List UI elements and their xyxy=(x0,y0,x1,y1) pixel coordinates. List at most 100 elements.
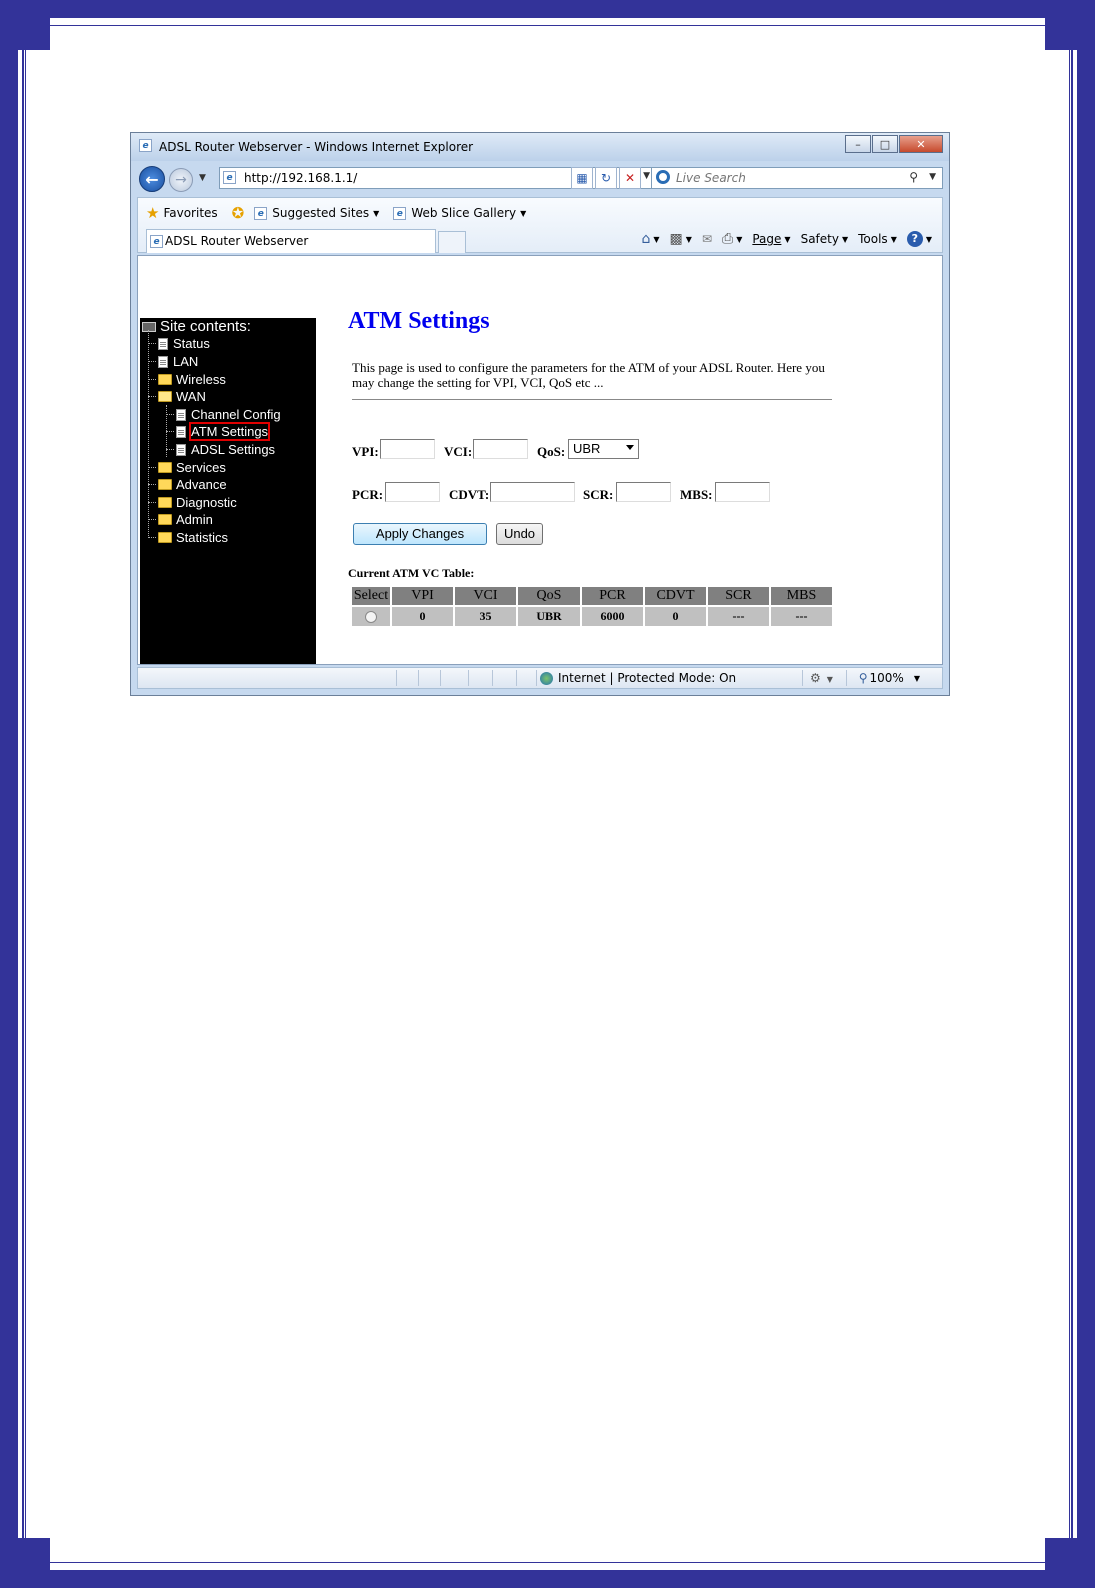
print-button[interactable]: ⎙ ▼ xyxy=(722,231,742,247)
page-menu[interactable]: Page ▼ xyxy=(752,232,790,246)
site-contents-tree: Site contents: Status LAN Wireless WAN C… xyxy=(140,318,316,664)
sidebar-item-diagnostic[interactable]: Diagnostic xyxy=(148,494,237,511)
atm-vc-table-title: Current ATM VC Table: xyxy=(348,566,475,580)
zoom-level: 100% xyxy=(869,671,904,685)
sidebar-item-statistics[interactable]: Statistics xyxy=(148,529,228,546)
home-button[interactable]: ⌂ ▼ xyxy=(642,231,660,247)
safety-menu[interactable]: Safety ▼ xyxy=(801,232,849,246)
address-dropdown-icon[interactable]: ▼ xyxy=(643,171,650,181)
suggested-sites-icon: e xyxy=(254,206,268,220)
sidebar-item-wan[interactable]: WAN xyxy=(148,388,206,405)
vpi-label: VPI: xyxy=(352,444,379,459)
sidebar-item-lan[interactable]: LAN xyxy=(148,353,198,370)
back-button[interactable]: ← xyxy=(139,166,165,192)
tab-page-icon: e xyxy=(150,235,163,248)
cdvt-label: CDVT: xyxy=(449,487,490,502)
sidebar-item-adsl-settings[interactable]: ADSL Settings xyxy=(166,441,275,458)
tab-router-webserver[interactable]: e ADSL Router Webserver xyxy=(146,229,436,253)
select-arrow-icon xyxy=(626,445,634,450)
security-zone[interactable]: Internet | Protected Mode: On xyxy=(540,671,736,685)
recent-pages-dropdown-icon[interactable]: ▼ xyxy=(199,173,206,183)
navigation-bar: ← → ▼ e ▼ ▦ ↻ ✕ ⚲ ▼ xyxy=(131,163,949,197)
sidebar-item-label: WAN xyxy=(176,389,206,404)
qos-select[interactable]: UBR xyxy=(568,439,639,459)
tools-menu[interactable]: Tools ▼ xyxy=(858,232,897,246)
popup-blocker-icon[interactable]: ⚙ ▼ xyxy=(810,671,833,685)
vpi-input[interactable] xyxy=(380,439,435,459)
sidebar-item-services[interactable]: Services xyxy=(148,459,226,476)
help-menu[interactable]: ? ▼ xyxy=(906,231,932,247)
qos-label: QoS: xyxy=(537,444,566,459)
security-zone-label: Internet | Protected Mode: On xyxy=(558,671,737,685)
home-icon: ⌂ xyxy=(641,231,651,247)
row-select-radio[interactable] xyxy=(365,611,377,624)
read-mail-button[interactable]: ✉ xyxy=(702,232,712,246)
maximize-button[interactable]: □ xyxy=(872,135,898,153)
cdvt-cell: 0 xyxy=(645,607,706,626)
folder-icon xyxy=(158,514,172,525)
address-input[interactable] xyxy=(242,170,626,186)
scr-input[interactable] xyxy=(616,482,671,502)
search-box: ⚲ ▼ xyxy=(651,167,943,189)
search-input[interactable] xyxy=(674,170,898,186)
sidebar-item-channel-config[interactable]: Channel Config xyxy=(166,406,281,423)
mail-icon: ✉ xyxy=(701,232,712,246)
pcr-input[interactable] xyxy=(385,482,440,502)
undo-button[interactable]: Undo xyxy=(496,523,543,545)
tab-row: e ADSL Router Webserver ⌂ ▼ ▩ ▼ ✉ ⎙ ▼ Page ▼… xyxy=(146,229,936,253)
page-icon: e xyxy=(223,171,236,184)
window-controls: – □ ✕ xyxy=(844,135,943,153)
search-icon[interactable]: ⚲ xyxy=(909,170,918,184)
cdvt-input[interactable] xyxy=(490,482,575,502)
zoom-control[interactable]: ⚲ 100% ▼ xyxy=(859,671,920,685)
atm-vc-table: Select VPI VCI QoS PCR CDVT SCR MBS 0 35… xyxy=(350,585,834,628)
help-icon: ? xyxy=(906,231,923,247)
column-header: PCR xyxy=(582,587,643,605)
vci-cell: 35 xyxy=(455,607,516,626)
table-header-row: Select VPI VCI QoS PCR CDVT SCR MBS xyxy=(352,587,832,605)
qos-selected-value: UBR xyxy=(573,441,601,456)
compatibility-view-button[interactable]: ▦ xyxy=(571,167,593,189)
favorites-label: Favorites xyxy=(163,206,218,220)
web-slice-gallery-link[interactable]: e Web Slice Gallery ▼ xyxy=(393,206,526,220)
tree-root-label: Site contents: xyxy=(160,318,251,335)
sidebar-item-label: ATM Settings xyxy=(188,422,271,441)
rss-feed-icon: ▩ xyxy=(669,231,683,247)
suggested-sites-link[interactable]: e Suggested Sites ▼ xyxy=(254,206,379,220)
sidebar-item-atm-settings[interactable]: ATM Settings xyxy=(166,422,271,441)
favorites-star-icon: ★ xyxy=(146,204,160,222)
zoom-icon: ⚲ xyxy=(858,671,868,685)
window-title: ADSL Router Webserver - Windows Internet… xyxy=(159,140,474,154)
vci-label: VCI: xyxy=(444,444,473,459)
open-folder-icon xyxy=(158,391,172,402)
sidebar-item-advance[interactable]: Advance xyxy=(148,476,227,493)
close-window-button[interactable]: ✕ xyxy=(899,135,943,153)
vci-input[interactable] xyxy=(473,439,528,459)
web-slice-gallery-label: Web Slice Gallery xyxy=(411,206,517,220)
forward-button[interactable]: → xyxy=(169,168,193,192)
mbs-input[interactable] xyxy=(715,482,770,502)
divider xyxy=(352,399,832,400)
stop-button[interactable]: ✕ xyxy=(619,167,641,189)
minimize-button[interactable]: – xyxy=(845,135,871,153)
apply-changes-button[interactable]: Apply Changes xyxy=(353,523,487,545)
document-icon xyxy=(176,408,186,421)
sidebar-item-label: Admin xyxy=(176,512,213,527)
add-favorite-icon: ✪ xyxy=(231,204,245,222)
sidebar-item-label: ADSL Settings xyxy=(191,442,276,457)
tab-label: ADSL Router Webserver xyxy=(165,234,309,248)
column-header: VPI xyxy=(392,587,453,605)
new-tab-button[interactable] xyxy=(438,231,466,253)
sidebar-item-admin[interactable]: Admin xyxy=(148,511,213,528)
sidebar-item-label: Diagnostic xyxy=(176,495,237,510)
folder-icon xyxy=(158,374,172,385)
add-to-favorites-bar-button[interactable]: ✪ xyxy=(232,204,249,222)
search-options-dropdown-icon[interactable]: ▼ xyxy=(929,172,936,182)
qos-cell: UBR xyxy=(518,607,580,626)
browser-window: e ADSL Router Webserver - Windows Intern… xyxy=(130,132,950,696)
refresh-button[interactable]: ↻ xyxy=(595,167,617,189)
favorites-button[interactable]: ★ Favorites xyxy=(146,204,218,222)
sidebar-item-wireless[interactable]: Wireless xyxy=(148,371,226,388)
feeds-button[interactable]: ▩ ▼ xyxy=(670,231,692,247)
sidebar-item-status[interactable]: Status xyxy=(148,335,210,352)
